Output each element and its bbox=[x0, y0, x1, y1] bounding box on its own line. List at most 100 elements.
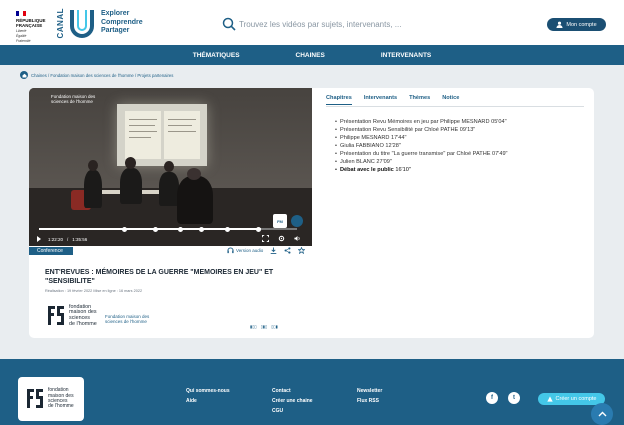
tab-notice[interactable]: Notice bbox=[442, 95, 459, 105]
video-dates: Réalisation : 19 février 2022 Mise en li… bbox=[45, 289, 143, 293]
audio-icon bbox=[227, 247, 234, 254]
footer-link-qui-sommes-nous[interactable]: Qui sommes-nous bbox=[186, 386, 230, 396]
footer-link-contact[interactable]: Contact bbox=[272, 386, 313, 396]
play-icon[interactable] bbox=[37, 236, 41, 242]
volume-icon[interactable] bbox=[294, 235, 301, 242]
main-nav: THÉMATIQUES CHAINES INTERVENANTS bbox=[0, 45, 624, 65]
chapter-item[interactable]: Giulia FABBIANO 12'28" bbox=[335, 142, 508, 150]
institution-logo[interactable]: fondation maison des sciences de l'homme bbox=[45, 304, 97, 328]
player-right-controls bbox=[262, 235, 301, 242]
tab-intervenants[interactable]: Intervenants bbox=[364, 95, 397, 105]
current-time: 1:22:20 bbox=[48, 236, 64, 242]
chapter-item[interactable]: Présentation Revu Mémoires en jeu par Ph… bbox=[335, 118, 508, 126]
nav-intervenants[interactable]: INTERVENANTS bbox=[353, 45, 459, 65]
chapter-title: Julien BLANC bbox=[339, 159, 375, 165]
chapter-item-current[interactable]: Débat avec le public 16'10" bbox=[335, 166, 508, 174]
pager-item[interactable]: ▯▮▯ bbox=[261, 324, 268, 329]
footer-institution-name-4: de l'homme bbox=[48, 403, 74, 410]
pager-item[interactable]: ▮▯▯ bbox=[250, 324, 257, 329]
video-player[interactable]: Fondation maison des sciences de l'homme… bbox=[29, 88, 312, 246]
chapter-marker[interactable] bbox=[255, 226, 261, 232]
breadcrumb-path[interactable]: Chaines / Fondation maison des sciences … bbox=[31, 73, 173, 78]
account-button[interactable]: Mon compte bbox=[547, 18, 606, 31]
create-account-label: Créer un compte bbox=[555, 396, 597, 402]
fmsh-watermark-icon: FM bbox=[273, 214, 287, 228]
institution-name-4: de l'homme bbox=[69, 320, 97, 327]
video-actions: Version audio bbox=[227, 247, 306, 254]
panelist bbox=[120, 168, 142, 204]
chapter-title: Débat avec le public bbox=[339, 167, 394, 173]
chapter-title: Présentation du titre "La guerre transmi… bbox=[339, 151, 491, 157]
chapter-list: Présentation Revu Mémoires en jeu par Ph… bbox=[335, 118, 508, 174]
chapter-item[interactable]: Présentation Revu Sensibilité par Chloé … bbox=[335, 126, 508, 134]
footer-institution-logo[interactable]: fondation maison des sciences de l'homme bbox=[18, 377, 84, 421]
chapter-marker[interactable] bbox=[199, 226, 205, 232]
footer-link-cgu[interactable]: CGU bbox=[272, 406, 313, 416]
nav-chaines[interactable]: CHAINES bbox=[268, 45, 353, 65]
panelist-head bbox=[88, 160, 98, 171]
fullscreen-icon[interactable] bbox=[262, 235, 269, 242]
institution-link-2: sciences de l'homme bbox=[105, 319, 147, 324]
download-icon[interactable] bbox=[270, 247, 277, 254]
rf-motto-2: Égalité bbox=[16, 34, 27, 38]
chapter-marker[interactable] bbox=[121, 226, 127, 232]
chapter-time: 07'49" bbox=[492, 151, 508, 157]
tabs-divider bbox=[326, 106, 584, 107]
share-icon[interactable] bbox=[284, 247, 291, 254]
audio-version-button[interactable]: Version audio bbox=[227, 247, 263, 254]
chapter-item[interactable]: Présentation du titre "La guerre transmi… bbox=[335, 150, 508, 158]
info-tabs: Chapitres Intervenants Thèmes Notice bbox=[326, 95, 459, 105]
facebook-icon[interactable]: f bbox=[486, 392, 498, 404]
tab-chapitres[interactable]: Chapitres bbox=[326, 95, 352, 105]
foreground-head bbox=[187, 168, 201, 180]
favorite-star-icon[interactable] bbox=[298, 247, 306, 254]
footer-link-creer-chaine[interactable]: Créer une chaine bbox=[272, 396, 313, 406]
institution-name: fondation maison des sciences de l'homme bbox=[69, 304, 97, 327]
footer-link-aide[interactable]: Aide bbox=[186, 396, 230, 406]
tagline-partager: Partager bbox=[101, 27, 130, 35]
breadcrumb: Chaines / Fondation maison des sciences … bbox=[20, 71, 173, 79]
canal-word: CANAL bbox=[56, 7, 65, 39]
home-icon[interactable] bbox=[20, 71, 28, 79]
tagline-explorer: Explorer bbox=[101, 10, 130, 18]
canal-u-watermark-icon bbox=[291, 215, 303, 227]
video-title: ENT'REVUES : MÉMOIRES DE LA GUERRE "MEMO… bbox=[45, 269, 274, 285]
panelist-head bbox=[164, 161, 174, 172]
fmsh-logo-icon bbox=[27, 389, 43, 408]
account-label: Mon compte bbox=[566, 21, 597, 28]
chapter-marker[interactable] bbox=[152, 226, 158, 232]
footer-col-news: Newsletter Flux RSS bbox=[357, 386, 382, 406]
chapter-item[interactable]: Philippe MESNARD 17'44" bbox=[335, 134, 508, 142]
search-icon[interactable] bbox=[222, 17, 236, 31]
rf-motto-1: Liberté bbox=[16, 29, 27, 33]
fmsh-logo-icon bbox=[48, 306, 64, 325]
search-input[interactable] bbox=[239, 19, 409, 29]
video-card: Fondation maison des sciences de l'homme… bbox=[29, 88, 594, 338]
pager: ▮▯▯ ▯▮▯ ▯▯▮ bbox=[250, 324, 278, 329]
scroll-to-top-button[interactable] bbox=[591, 403, 613, 425]
institution-link[interactable]: Fondation maison des sciences de l'homme bbox=[105, 314, 149, 324]
chapter-time: 27'09" bbox=[376, 159, 392, 165]
brand-tagline: Explorer Comprendre Partager bbox=[101, 10, 143, 36]
tagline-comprendre: Comprendre bbox=[101, 18, 143, 26]
twitter-icon[interactable]: t bbox=[508, 392, 520, 404]
pager-item[interactable]: ▯▯▮ bbox=[271, 324, 278, 329]
canal-u-logo[interactable]: CANAL Explorer Comprendre Partager bbox=[56, 6, 143, 40]
chapter-title: Présentation Revu Mémoires en jeu par Ph… bbox=[339, 119, 490, 125]
projected-page-left bbox=[125, 111, 161, 159]
chapter-marker[interactable] bbox=[224, 226, 230, 232]
search-bar bbox=[222, 17, 409, 31]
tab-themes[interactable]: Thèmes bbox=[409, 95, 430, 105]
footer-link-newsletter[interactable]: Newsletter bbox=[357, 386, 382, 396]
create-account-button[interactable]: Créer un compte bbox=[538, 393, 605, 405]
progress-bar[interactable] bbox=[39, 226, 297, 232]
nav-thematiques[interactable]: THÉMATIQUES bbox=[165, 45, 268, 65]
chapter-item[interactable]: Julien BLANC 27'09" bbox=[335, 158, 508, 166]
footer-link-rss[interactable]: Flux RSS bbox=[357, 396, 382, 406]
chapter-marker[interactable] bbox=[178, 226, 184, 232]
category-badge: Conference bbox=[29, 247, 73, 255]
overlay-brand-line-2: sciences de l'homme bbox=[51, 99, 93, 104]
republique-francaise-logo[interactable]: RÉPUBLIQUE FRANÇAISE Liberté Égalité Fra… bbox=[16, 11, 46, 43]
settings-icon[interactable] bbox=[278, 235, 285, 242]
footer-institution-name: fondation maison des sciences de l'homme bbox=[48, 387, 74, 410]
